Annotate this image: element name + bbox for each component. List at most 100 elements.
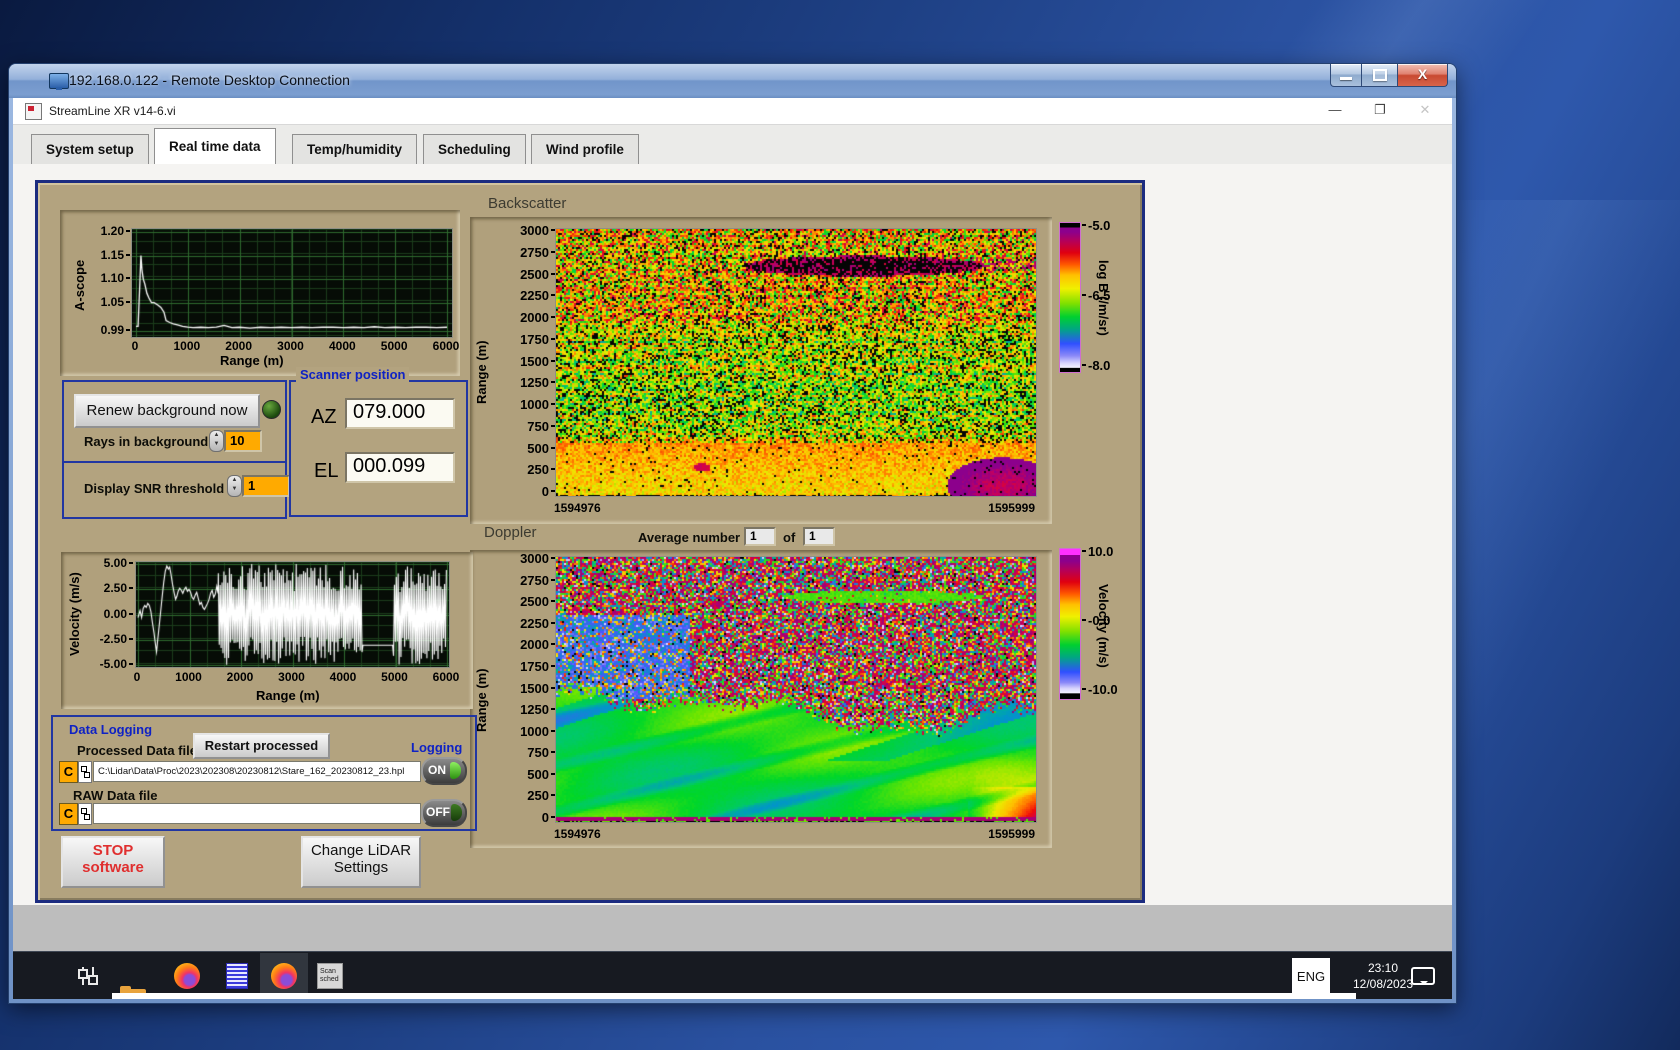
close-icon: X xyxy=(1417,66,1428,82)
axis-tick-label xyxy=(551,424,555,427)
axis-tick-label: 1000 xyxy=(520,723,549,739)
axis-tick-label xyxy=(551,816,555,818)
axis-tick-label xyxy=(551,578,555,581)
rdp-minimize-button[interactable] xyxy=(1330,64,1362,87)
renew-background-button[interactable]: Renew background now xyxy=(74,394,260,428)
rdp-window-title: 192.168.0.122 - Remote Desktop Connectio… xyxy=(69,72,350,88)
rdp-maximize-button[interactable] xyxy=(1361,64,1398,87)
minimize-icon xyxy=(1340,77,1352,80)
average-number-field[interactable]: 1 xyxy=(744,527,776,546)
scan-scheduler-icon[interactable]: Scan sched xyxy=(317,963,343,989)
tab-system-setup[interactable]: System setup xyxy=(31,134,149,164)
el-value-field[interactable]: 000.099 xyxy=(345,452,455,483)
processed-drive-selector[interactable]: C xyxy=(59,761,78,783)
axis-tick-label: 750 xyxy=(527,418,549,434)
axis-tick-label: 6000 xyxy=(432,339,460,353)
axis-tick-label xyxy=(551,294,555,297)
desktop-background: 192.168.0.122 - Remote Desktop Connectio… xyxy=(0,0,1680,1050)
axis-tick-label: 3000 xyxy=(277,339,304,353)
axis-tick-label xyxy=(551,643,555,646)
tab-scheduling[interactable]: Scheduling xyxy=(423,134,526,164)
colorbar-tick-label: -0.0 xyxy=(1088,613,1111,628)
ascope-graph: A-scope Range (m) 1.20 1.15 1.10 1.05 0.99 0 1… xyxy=(60,210,460,376)
processed-logging-toggle[interactable]: ON xyxy=(421,757,467,785)
raw-drive-selector[interactable]: C xyxy=(59,803,78,825)
axis-tick-label xyxy=(1082,364,1086,366)
axis-tick-label: 1000 xyxy=(173,339,201,353)
axis-tick-label: 5000 xyxy=(381,670,408,684)
axis-tick-label: 500 xyxy=(527,766,549,782)
rays-in-background-label: Rays in background xyxy=(84,434,209,449)
axis-tick-label: 1500 xyxy=(520,353,549,369)
axis-tick-label xyxy=(129,562,133,564)
firefox-active-icon[interactable] xyxy=(271,963,297,989)
rdp-window: 192.168.0.122 - Remote Desktop Connectio… xyxy=(9,64,1456,1003)
raw-browse-icon[interactable] xyxy=(78,803,92,825)
peek-strip xyxy=(112,993,1356,999)
axis-tick-label xyxy=(551,468,555,471)
logging-label: Logging xyxy=(411,740,463,755)
app-close-button[interactable]: ✕ xyxy=(1410,102,1440,120)
raw-logging-toggle[interactable]: OFF xyxy=(421,799,467,827)
snr-value-field[interactable]: 1 xyxy=(242,475,290,497)
axis-tick-label xyxy=(551,729,555,732)
axis-tick-label xyxy=(129,612,133,615)
rdp-window-icon xyxy=(49,73,69,90)
axis-tick-label: 0 xyxy=(541,810,549,825)
backscatter-graph: Range (m) 1594976 1595999 3000 2750 2500 22… xyxy=(470,217,1052,524)
processed-browse-icon[interactable] xyxy=(78,761,92,783)
axis-tick-label xyxy=(129,587,133,590)
average-of-label: of xyxy=(783,530,796,545)
change-lidar-settings-button[interactable]: Change LiDAR Settings xyxy=(301,836,421,888)
axis-tick-label: -2.50 xyxy=(99,631,127,646)
labview-vi-icon xyxy=(25,103,42,120)
rdp-titlebar[interactable]: 192.168.0.122 - Remote Desktop Connectio… xyxy=(9,64,1456,98)
axis-tick-label xyxy=(1082,224,1086,226)
axis-tick-label: 500 xyxy=(527,440,549,456)
axis-tick-label: 2000 xyxy=(520,637,549,653)
az-value-field[interactable]: 079.000 xyxy=(345,398,455,429)
document-viewer-icon[interactable] xyxy=(226,963,248,989)
firefox-icon[interactable] xyxy=(174,963,200,989)
settings-line2: Settings xyxy=(333,859,389,876)
tab-wind-profile[interactable]: Wind profile xyxy=(531,134,639,164)
rdp-close-button[interactable]: X xyxy=(1397,64,1448,87)
remote-desktop-strip xyxy=(13,905,1452,951)
app-window-title: StreamLine XR v14-6.vi xyxy=(49,104,176,118)
tab-temp-humidity[interactable]: Temp/humidity xyxy=(292,134,418,164)
axis-tick-label xyxy=(126,300,130,303)
axis-tick-label: 0 xyxy=(133,670,141,684)
task-view-icon[interactable] xyxy=(77,965,99,987)
processed-data-file-label: Processed Data file xyxy=(77,743,197,758)
rays-value-field[interactable]: 10 xyxy=(224,430,262,452)
tab-real-time-data[interactable]: Real time data xyxy=(154,128,276,164)
axis-tick-label: 250 xyxy=(527,462,549,478)
axis-tick-label: 5.00 xyxy=(103,556,127,570)
axis-tick-label xyxy=(551,446,555,449)
average-total-field[interactable]: 1 xyxy=(803,527,835,546)
axis-tick-label: 1500 xyxy=(520,680,549,696)
raw-data-file-path[interactable] xyxy=(93,803,421,824)
doppler-colorbar xyxy=(1059,548,1081,700)
processed-data-file-path[interactable]: C:\Lidar\Data\Proc\2023\202308\20230812\… xyxy=(93,761,421,782)
axis-tick-label xyxy=(129,663,133,665)
axis-tick-label: 2250 xyxy=(520,288,549,304)
app-restore-button[interactable]: ❐ xyxy=(1365,102,1395,120)
stop-software-button[interactable]: STOP software xyxy=(61,836,165,888)
axis-tick-label: 2.50 xyxy=(103,581,127,596)
axis-tick-label xyxy=(551,381,555,384)
axis-tick-label: 2000 xyxy=(520,310,549,325)
app-titlebar[interactable]: StreamLine XR v14-6.vi — ❐ ✕ xyxy=(13,98,1452,125)
language-indicator[interactable]: ENG xyxy=(1292,958,1330,996)
axis-tick-label xyxy=(1082,294,1086,296)
app-minimize-button[interactable]: — xyxy=(1320,102,1350,120)
axis-tick-label: 0.00 xyxy=(103,606,127,621)
notification-center-icon[interactable] xyxy=(1411,967,1435,985)
restart-processed-file-button[interactable]: Restart processed file xyxy=(193,733,330,775)
rays-spinner[interactable]: ▲ ▼ xyxy=(209,430,224,452)
snr-spinner[interactable]: ▲ ▼ xyxy=(227,475,242,497)
el-label: EL xyxy=(314,460,339,482)
background-status-led xyxy=(262,400,281,419)
axis-tick-label xyxy=(551,490,555,492)
axis-tick-label: 2000 xyxy=(226,670,254,684)
